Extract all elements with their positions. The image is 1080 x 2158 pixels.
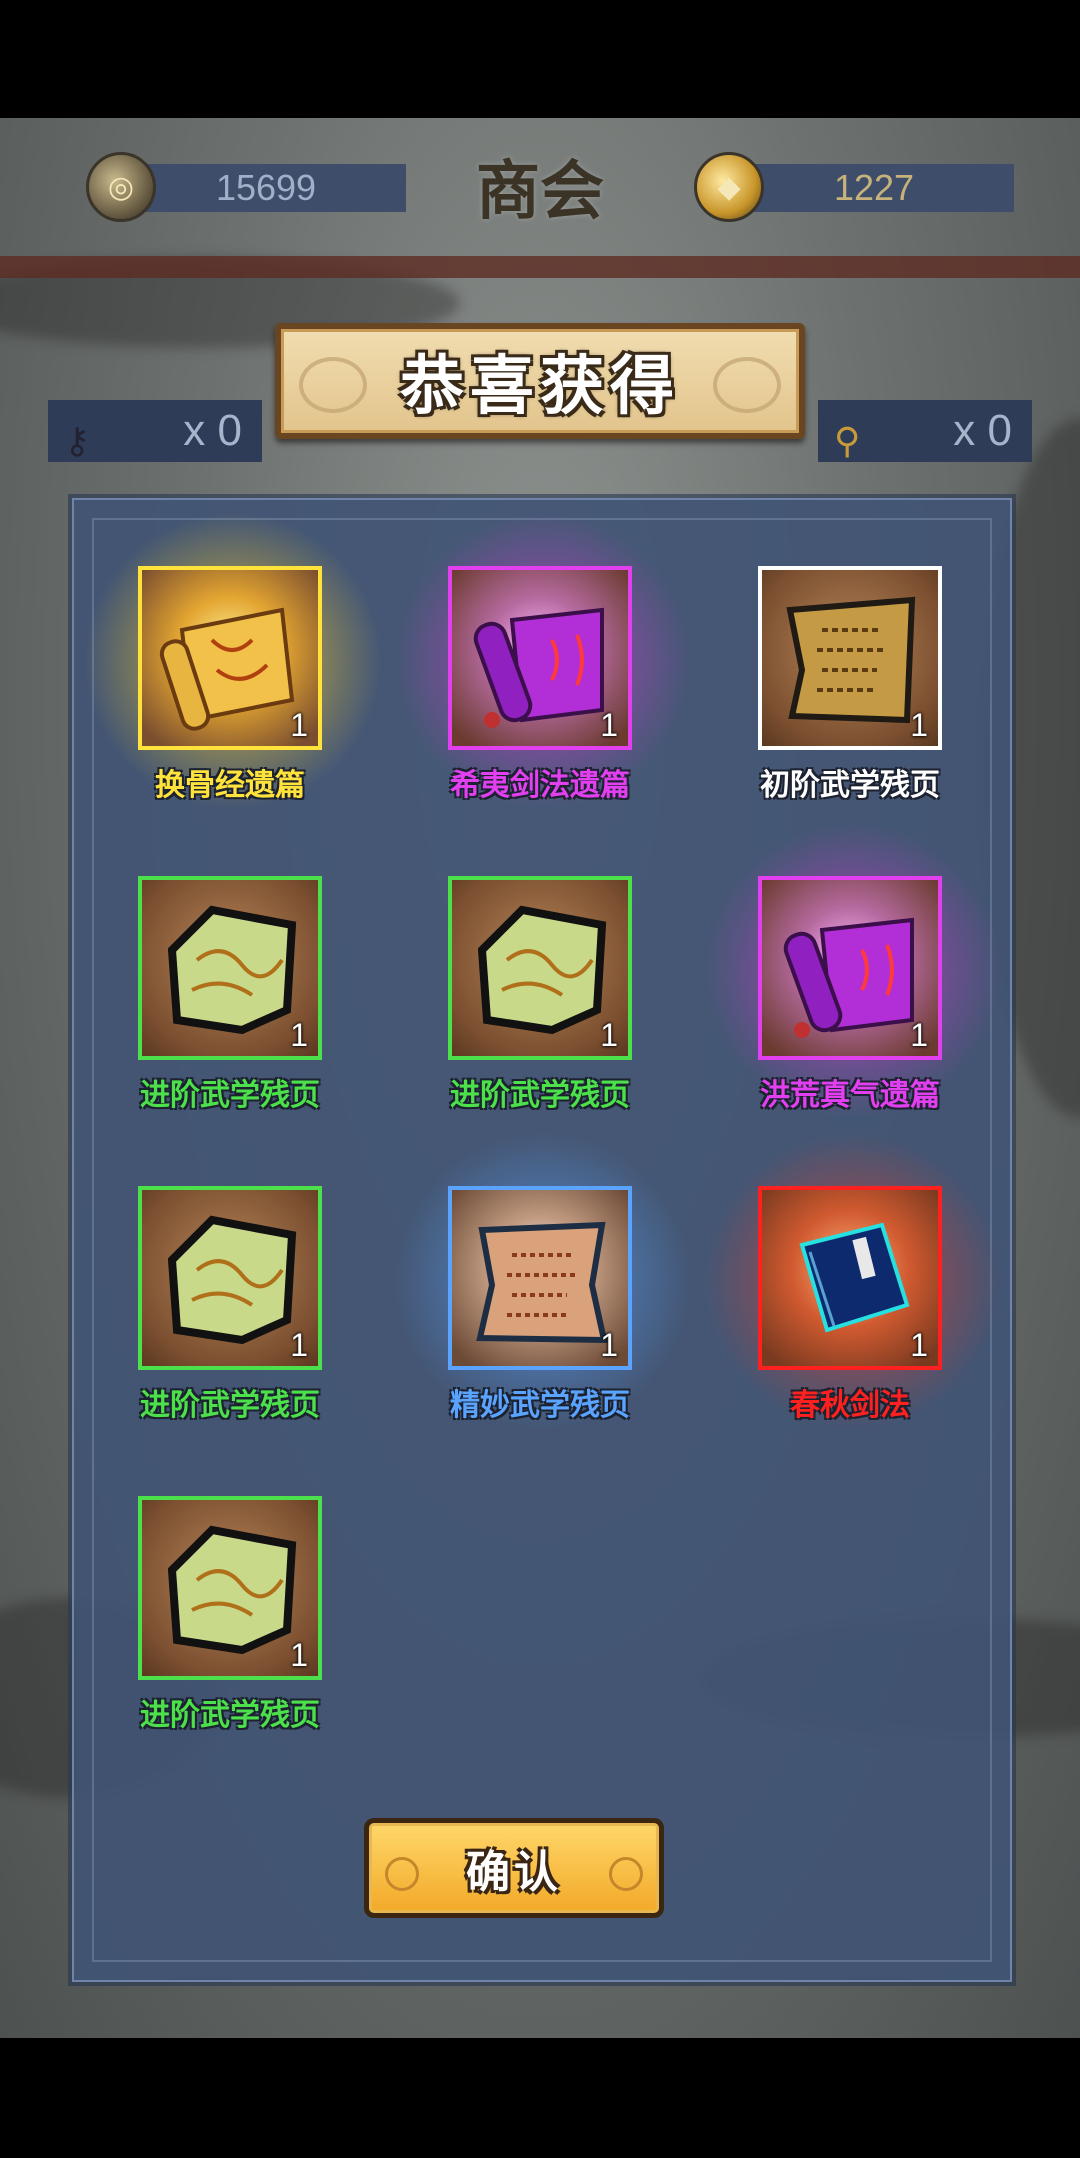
item-quantity: 1 [600, 707, 618, 743]
item-tile: 1 [448, 566, 632, 750]
item-quantity: 1 [910, 1017, 928, 1053]
item-tile: 1 [758, 1186, 942, 1370]
item-quantity: 1 [600, 1327, 618, 1363]
reward-item[interactable]: 1 进阶武学残页 [138, 876, 328, 1116]
item-tile: 1 [138, 566, 322, 750]
reward-item[interactable]: 1 精妙武学残页 [393, 1131, 693, 1431]
item-name: 进阶武学残页 [140, 1698, 320, 1733]
magnifier-counter: ⚲ x 0 [818, 400, 1032, 462]
item-name: 进阶武学残页 [140, 1078, 320, 1113]
reward-item[interactable]: 1 换骨经遗篇 [83, 511, 383, 811]
item-quantity: 1 [290, 1637, 308, 1673]
top-bar: ◎ 15699 商会 ◆ 1227 [0, 118, 1080, 278]
magnifier-icon: ⚲ [834, 420, 861, 461]
button-ornament-right [609, 1857, 643, 1891]
item-name: 春秋剑法 [790, 1388, 910, 1423]
item-tile: 1 [138, 876, 322, 1060]
shop-screen: ◎ 15699 商会 ◆ 1227 ⚷ x 0 ⚲ x 0 恭喜获得 1 换骨经… [0, 118, 1080, 2038]
reward-item[interactable]: 1 进阶武学残页 [448, 876, 638, 1116]
magnifier-count: x 0 [953, 406, 1012, 455]
item-name: 洪荒真气遗篇 [760, 1078, 940, 1113]
reward-item[interactable]: 1 进阶武学残页 [138, 1496, 328, 1736]
item-quantity: 1 [910, 1327, 928, 1363]
item-tile: 1 [448, 876, 632, 1060]
item-tile: 1 [448, 1186, 632, 1370]
dialog-title: 恭喜获得 [400, 349, 680, 424]
cloud-ornament-left [299, 357, 367, 413]
copper-coin-icon: ◎ [86, 152, 156, 222]
key-count: x 0 [183, 406, 242, 455]
item-name: 进阶武学残页 [140, 1388, 320, 1423]
gold-ingot-value: 1227 [734, 164, 1014, 212]
reward-item[interactable]: 1 初阶武学残页 [758, 566, 948, 806]
item-name: 进阶武学残页 [450, 1078, 630, 1113]
item-quantity: 1 [600, 1017, 618, 1053]
reward-item[interactable]: 1 春秋剑法 [703, 1131, 1003, 1431]
item-tile: 1 [138, 1496, 322, 1680]
confirm-label: 确认 [466, 1847, 562, 1898]
item-tile: 1 [758, 566, 942, 750]
key-counter: ⚷ x 0 [48, 400, 262, 462]
item-quantity: 1 [910, 707, 928, 743]
item-name: 换骨经遗篇 [155, 768, 305, 803]
item-tile: 1 [138, 1186, 322, 1370]
button-ornament-left [385, 1857, 419, 1891]
reward-item[interactable]: 1 希夷剑法遗篇 [393, 511, 693, 811]
key-icon: ⚷ [64, 420, 91, 461]
reward-item[interactable]: 1 洪荒真气遗篇 [703, 821, 1003, 1121]
item-quantity: 1 [290, 1017, 308, 1053]
header-divider [0, 256, 1080, 278]
reward-item[interactable]: 1 进阶武学残页 [138, 1186, 328, 1426]
item-quantity: 1 [290, 1327, 308, 1363]
dialog-title-banner: 恭喜获得 [275, 323, 805, 439]
item-tile: 1 [758, 876, 942, 1060]
item-name: 希夷剑法遗篇 [450, 768, 630, 803]
gold-ingot-icon: ◆ [694, 152, 764, 222]
item-name: 初阶武学残页 [760, 768, 940, 803]
confirm-button[interactable]: 确认 [364, 1818, 664, 1918]
item-name: 精妙武学残页 [450, 1388, 630, 1423]
item-quantity: 1 [290, 707, 308, 743]
cloud-ornament-right [713, 357, 781, 413]
